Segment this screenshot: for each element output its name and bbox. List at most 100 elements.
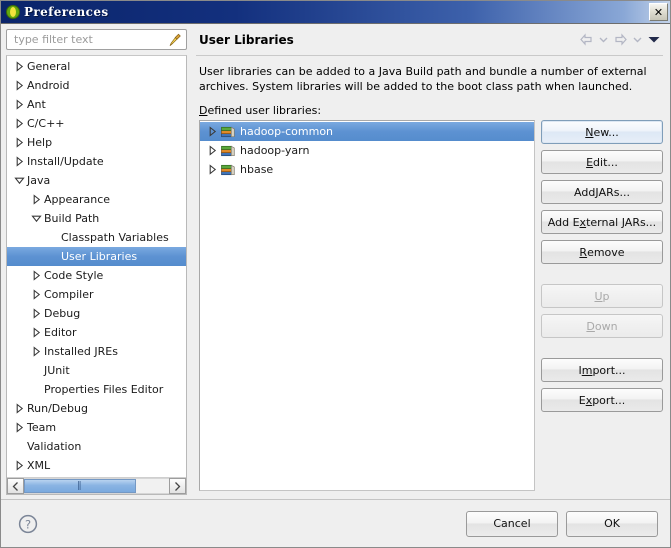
sidebar-item-debug[interactable]: Debug	[7, 304, 186, 323]
twisty-collapsed-icon[interactable]	[11, 460, 27, 471]
sidebar-item-java[interactable]: Java	[7, 171, 186, 190]
twisty-collapsed-icon[interactable]	[11, 137, 27, 148]
scrollbar-grip: ‖	[77, 480, 83, 491]
page-title: User Libraries	[199, 32, 294, 47]
sidebar-item-compiler[interactable]: Compiler	[7, 285, 186, 304]
twisty-collapsed-icon[interactable]	[11, 99, 27, 110]
scrollbar-track[interactable]: ‖	[24, 478, 169, 494]
up-button: Up	[541, 284, 663, 308]
button-label-mnemonic: E	[586, 155, 594, 169]
sidebar-item-install-update[interactable]: Install/Update	[7, 152, 186, 171]
dialog-footer: ? Cancel OK	[1, 499, 670, 547]
window-title: Preferences	[24, 5, 109, 19]
library-name: hadoop-yarn	[240, 144, 310, 157]
sidebar-item-general[interactable]: General	[7, 57, 186, 76]
list-item[interactable]: hadoop-yarn	[200, 141, 534, 160]
sidebar-item-label: Appearance	[44, 193, 111, 206]
sidebar-item-editor[interactable]: Editor	[7, 323, 186, 342]
user-libraries-list[interactable]: hadoop-common hadoop-yarn hbase	[199, 120, 535, 491]
sidebar-item-run-debug[interactable]: Run/Debug	[7, 399, 186, 418]
edit-button[interactable]: Edit...	[541, 150, 663, 174]
sidebar-item-classpath-variables[interactable]: Classpath Variables	[7, 228, 186, 247]
twisty-collapsed-icon[interactable]	[28, 327, 44, 338]
sidebar-item-build-path[interactable]: Build Path	[7, 209, 186, 228]
help-question-icon[interactable]: ?	[17, 513, 39, 535]
sidebar-item-label: XML	[27, 459, 51, 472]
sidebar-item-label: Build Path	[44, 212, 100, 225]
library-books-icon	[220, 162, 236, 178]
twisty-collapsed-icon[interactable]	[11, 118, 27, 129]
cancel-button[interactable]: Cancel	[466, 510, 558, 537]
sidebar-item-label: Properties Files Editor	[44, 383, 164, 396]
arrow-right-icon[interactable]	[613, 33, 628, 46]
close-icon[interactable]: ✕	[649, 3, 668, 21]
sidebar-item-appearance[interactable]: Appearance	[7, 190, 186, 209]
page-nav-icons	[579, 33, 661, 46]
twisty-collapsed-icon[interactable]	[204, 145, 220, 156]
arrow-left-icon[interactable]	[579, 33, 594, 46]
sidebar-item-android[interactable]: Android	[7, 76, 186, 95]
twisty-collapsed-icon[interactable]	[11, 156, 27, 167]
button-label-post: own	[594, 319, 618, 333]
sidebar-item-ant[interactable]: Ant	[7, 95, 186, 114]
libraries-area: hadoop-common hadoop-yarn hbase New... Edit…	[196, 120, 663, 499]
list-item[interactable]: hbase	[200, 160, 534, 179]
twisty-collapsed-icon[interactable]	[11, 403, 27, 414]
tree-horizontal-scrollbar[interactable]: ‖	[7, 477, 186, 494]
twisty-expanded-icon[interactable]	[28, 213, 44, 224]
twisty-collapsed-icon[interactable]	[28, 346, 44, 357]
tree-items: General Android Ant C/C++ Help Install/Update…	[7, 56, 186, 477]
remove-button[interactable]: Remove	[541, 240, 663, 264]
ok-button[interactable]: OK	[566, 510, 658, 537]
scroll-left-button[interactable]	[7, 478, 24, 494]
chevron-down-icon-2[interactable]	[633, 36, 642, 43]
twisty-expanded-icon[interactable]	[11, 175, 27, 186]
twisty-collapsed-icon[interactable]	[28, 194, 44, 205]
sidebar-item-properties-files-editor[interactable]: Properties Files Editor	[7, 380, 186, 399]
twisty-collapsed-icon[interactable]	[11, 80, 27, 91]
twisty-collapsed-icon[interactable]	[11, 422, 27, 433]
export-button[interactable]: Ex port...	[541, 388, 663, 412]
search-input[interactable]	[12, 32, 164, 47]
button-label-pre: Add E	[547, 215, 580, 229]
button-label-post: p	[602, 289, 610, 303]
sidebar-item-installed-jres[interactable]: Installed JREs	[7, 342, 186, 361]
twisty-collapsed-icon[interactable]	[204, 126, 220, 137]
button-label-post: ew...	[593, 125, 619, 139]
button-label-pre: E	[578, 393, 586, 407]
sidebar-item-c-c[interactable]: C/C++	[7, 114, 186, 133]
twisty-collapsed-icon[interactable]	[28, 289, 44, 300]
library-books-icon	[220, 143, 236, 159]
sidebar-item-xml[interactable]: XML	[7, 456, 186, 475]
broom-icon[interactable]	[167, 32, 183, 48]
list-item[interactable]: hadoop-common	[200, 122, 534, 141]
scroll-right-button[interactable]	[169, 478, 186, 494]
twisty-collapsed-icon[interactable]	[28, 270, 44, 281]
import-button[interactable]: Im port...	[541, 358, 663, 382]
chevron-down-filled-icon[interactable]	[647, 35, 661, 44]
button-label-mnemonic: m	[581, 363, 593, 377]
sidebar-item-validation[interactable]: Validation	[7, 437, 186, 456]
new-button[interactable]: New...	[541, 120, 663, 144]
add-jars-button[interactable]: Add J ARs...	[541, 180, 663, 204]
svg-text:?: ?	[25, 517, 31, 531]
sidebar-item-help[interactable]: Help	[7, 133, 186, 152]
twisty-collapsed-icon[interactable]	[204, 164, 220, 175]
button-label-post: port...	[592, 363, 626, 377]
sidebar-item-team[interactable]: Team	[7, 418, 186, 437]
sidebar-item-user-libraries[interactable]: User Libraries	[7, 247, 186, 266]
sidebar-item-label: Install/Update	[27, 155, 104, 168]
add-external-jars-button[interactable]: Add Ex ternal JARs...	[541, 210, 663, 234]
scrollbar-thumb[interactable]: ‖	[24, 479, 136, 493]
twisty-collapsed-icon[interactable]	[28, 308, 44, 319]
sidebar-item-label: Ant	[27, 98, 46, 111]
sidebar-item-code-style[interactable]: Code Style	[7, 266, 186, 285]
sidebar-item-junit[interactable]: JUnit	[7, 361, 186, 380]
twisty-collapsed-icon[interactable]	[11, 61, 27, 72]
page-header: User Libraries	[196, 24, 663, 56]
button-label-mnemonic: U	[594, 289, 603, 303]
filter-box[interactable]	[6, 29, 187, 50]
sidebar: General Android Ant C/C++ Help Install/Update…	[1, 24, 191, 499]
sidebar-item-label: Validation	[27, 440, 82, 453]
chevron-down-icon[interactable]	[599, 36, 608, 43]
